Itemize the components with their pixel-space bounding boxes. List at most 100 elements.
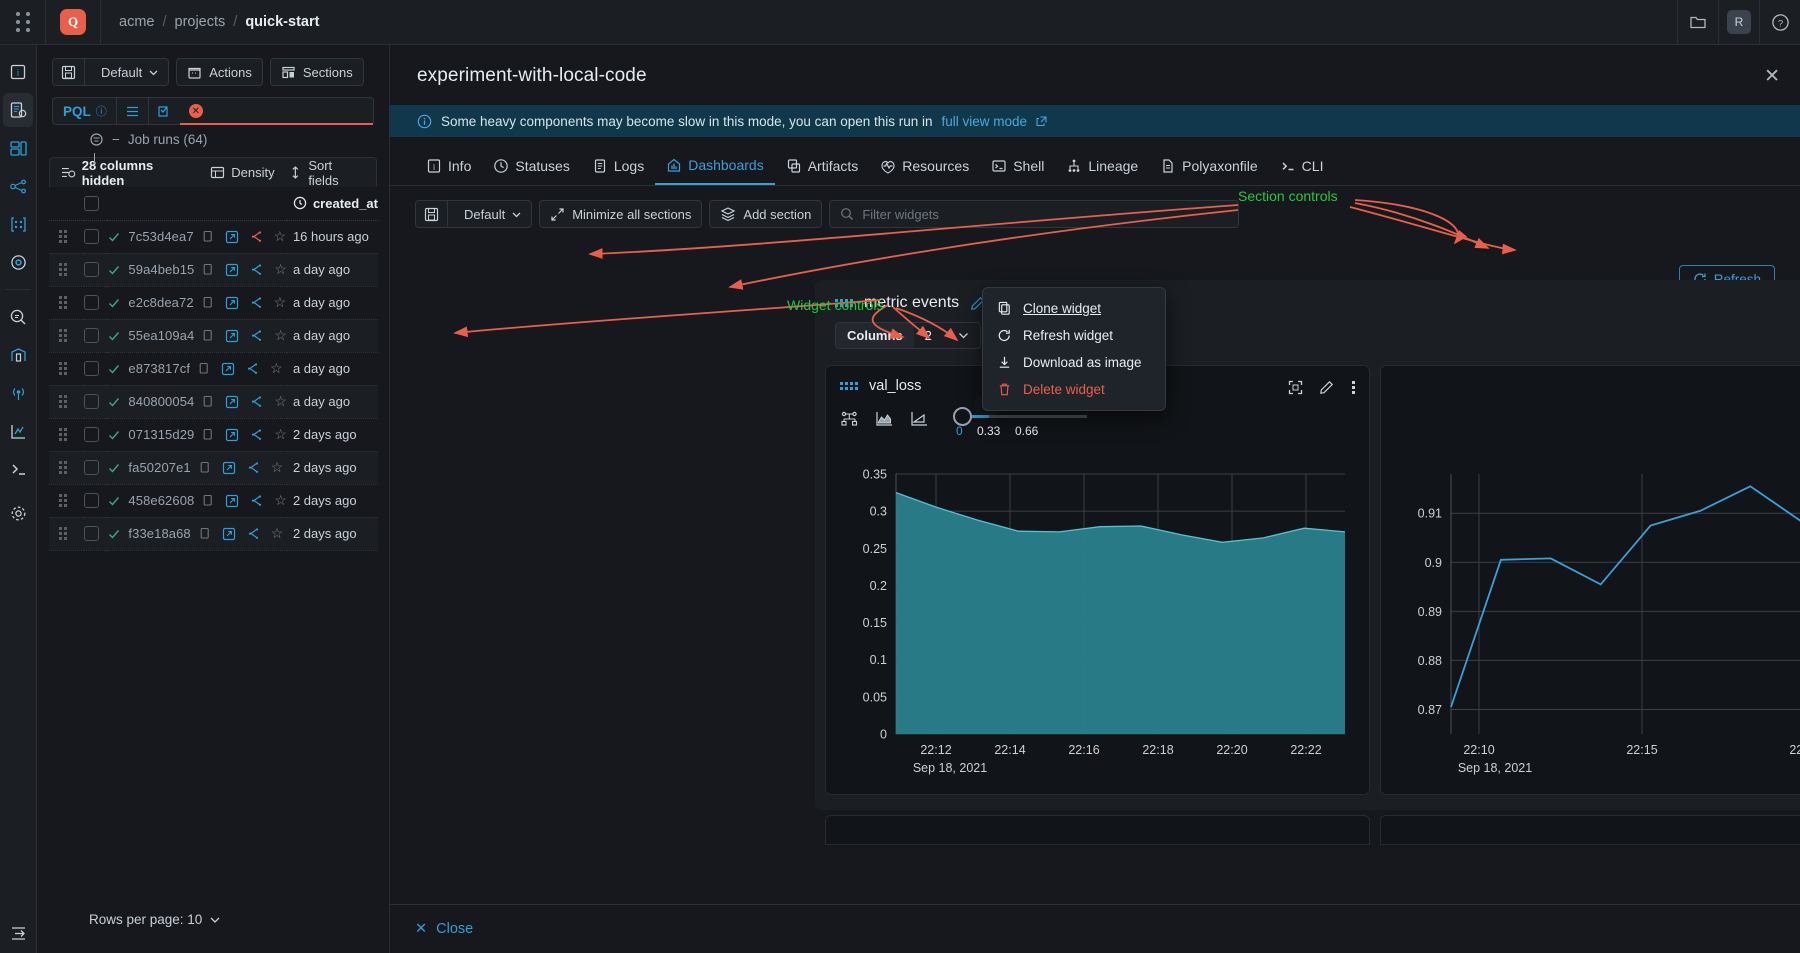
table-row[interactable]: e873817cf☆a day ago: [49, 352, 378, 385]
line-chart-icon[interactable]: [910, 409, 929, 428]
line-chart-svg[interactable]: 0.870.880.890.90.9122:1022:1522:20Sep 18…: [1395, 462, 1800, 782]
table-row[interactable]: fa50207e1☆2 days ago: [49, 451, 378, 484]
row-drag-cell[interactable]: [49, 352, 84, 385]
row-checkbox[interactable]: [84, 361, 99, 376]
sidebar-item-broadcast[interactable]: [3, 376, 33, 410]
density-button[interactable]: Density: [210, 165, 274, 180]
row-checkbox[interactable]: [84, 526, 99, 541]
row-select-cell[interactable]: [84, 319, 107, 352]
save-icon[interactable]: [53, 59, 85, 85]
edit-widget-icon[interactable]: [1319, 380, 1334, 395]
add-section-button[interactable]: Add section: [709, 200, 822, 228]
sidebar-item-analytics[interactable]: [3, 414, 33, 448]
table-row[interactable]: 840800054☆a day ago: [49, 385, 378, 418]
menu-item-clone-widget[interactable]: Clone widget: [983, 295, 1165, 322]
job-runs-row[interactable]: − Job runs (64): [89, 132, 389, 147]
table-row[interactable]: 071315d29☆2 days ago: [49, 418, 378, 451]
row-drag-cell[interactable]: [49, 385, 84, 418]
row-drag-cell[interactable]: [49, 451, 84, 484]
row-select-cell[interactable]: [84, 253, 107, 286]
sidebar-item-dashboards[interactable]: [3, 131, 33, 165]
dashboard-preset-selector[interactable]: Default: [415, 200, 532, 228]
row-checkbox[interactable]: [84, 394, 99, 409]
run-id[interactable]: fa50207e1: [128, 460, 190, 475]
row-select-cell[interactable]: [84, 517, 107, 550]
rows-per-page[interactable]: Rows per page: 10: [89, 912, 221, 927]
row-checkbox[interactable]: [84, 262, 99, 277]
row-drag-cell[interactable]: [49, 253, 84, 286]
breadcrumb-current[interactable]: quick-start: [245, 14, 319, 30]
tab-logs[interactable]: Logs: [581, 146, 655, 185]
row-drag-cell[interactable]: [49, 517, 84, 550]
table-row[interactable]: e2c8dea72☆a day ago: [49, 286, 378, 319]
close-button[interactable]: ✕ Close: [415, 921, 473, 937]
created-at-header[interactable]: created_at: [287, 187, 378, 220]
run-id[interactable]: f33e18a68: [128, 526, 190, 541]
query-history-icon[interactable]: [148, 97, 180, 125]
tab-statuses[interactable]: Statuses: [482, 146, 580, 185]
avatar[interactable]: R: [1719, 0, 1759, 44]
tab-resources[interactable]: Resources: [869, 146, 980, 185]
select-all-checkbox[interactable]: [84, 196, 99, 211]
sidebar-item-lineage[interactable]: [3, 169, 33, 203]
breadcrumb-projects[interactable]: projects: [175, 14, 226, 30]
row-checkbox[interactable]: [84, 460, 99, 475]
area-chart-icon[interactable]: [875, 409, 894, 428]
table-row[interactable]: 7c53d4ea7☆16 hours ago: [49, 220, 378, 253]
row-drag-cell[interactable]: [49, 286, 84, 319]
tab-polyaxonfile[interactable]: Polyaxonfile: [1149, 146, 1269, 185]
row-select-cell[interactable]: [84, 451, 107, 484]
row-drag-cell[interactable]: [49, 484, 84, 517]
favorite-icon[interactable]: ☆: [274, 426, 287, 443]
group-by-icon[interactable]: [840, 409, 859, 428]
row-select-cell[interactable]: [84, 484, 107, 517]
dashboard-preset-dropdown[interactable]: Default: [455, 201, 531, 227]
preset-dropdown[interactable]: Default: [92, 59, 168, 85]
row-checkbox[interactable]: [84, 295, 99, 310]
drag-handle-icon[interactable]: [59, 527, 67, 540]
drag-handle-icon[interactable]: [59, 395, 67, 408]
area-chart-svg[interactable]: 00.050.10.150.20.250.30.3522:1222:1422:1…: [840, 462, 1357, 782]
save-icon[interactable]: [416, 201, 448, 227]
sort-fields-button[interactable]: Sort fields: [288, 158, 365, 188]
row-select-cell[interactable]: [84, 286, 107, 319]
minimize-all-sections-button[interactable]: Minimize all sections: [539, 200, 702, 228]
query-input[interactable]: ✕: [180, 97, 374, 125]
table-row[interactable]: 55ea109a4☆a day ago: [49, 319, 378, 352]
run-id[interactable]: 458e62608: [128, 493, 194, 508]
app-menu-grip-icon[interactable]: [0, 0, 45, 44]
tab-lineage[interactable]: Lineage: [1055, 146, 1149, 185]
menu-item-download-as-image[interactable]: Download as image: [983, 349, 1165, 376]
sidebar-item-settings[interactable]: [3, 496, 33, 530]
favorite-icon[interactable]: ☆: [274, 228, 287, 245]
row-select-cell[interactable]: [84, 385, 107, 418]
menu-item-refresh-widget[interactable]: Refresh widget: [983, 322, 1165, 349]
row-select-cell[interactable]: [84, 220, 107, 253]
drag-handle-icon[interactable]: [59, 329, 67, 342]
tab-artifacts[interactable]: Artifacts: [775, 146, 870, 185]
row-checkbox[interactable]: [84, 493, 99, 508]
tab-dashboards[interactable]: Dashboards: [655, 146, 775, 185]
tab-shell[interactable]: Shell: [980, 146, 1055, 185]
run-id[interactable]: 55ea109a4: [128, 328, 194, 343]
full-view-mode-link[interactable]: full view mode: [942, 114, 1028, 129]
favorite-icon[interactable]: ☆: [271, 459, 284, 476]
columns-hidden-button[interactable]: 28 columns hidden: [61, 158, 197, 188]
fullscreen-icon[interactable]: [1288, 380, 1303, 395]
filter-widgets-input[interactable]: Filter widgets: [829, 200, 1239, 228]
favorite-icon[interactable]: ☆: [274, 294, 287, 311]
row-drag-cell[interactable]: [49, 418, 84, 451]
actions-button[interactable]: Actions: [176, 58, 263, 86]
row-select-cell[interactable]: [84, 352, 107, 385]
widget-menu-icon[interactable]: [1350, 380, 1357, 395]
close-icon[interactable]: ✕: [1764, 65, 1780, 88]
row-checkbox[interactable]: [84, 328, 99, 343]
favorite-icon[interactable]: ☆: [274, 327, 287, 344]
drag-handle-icon[interactable]: [59, 461, 67, 474]
drag-handle-icon[interactable]: [59, 362, 67, 375]
preset-selector[interactable]: Default: [52, 58, 169, 86]
row-drag-cell[interactable]: [49, 319, 84, 352]
drag-handle-icon[interactable]: [59, 230, 67, 243]
row-checkbox[interactable]: [84, 427, 99, 442]
brand-logo[interactable]: Q: [45, 0, 101, 44]
